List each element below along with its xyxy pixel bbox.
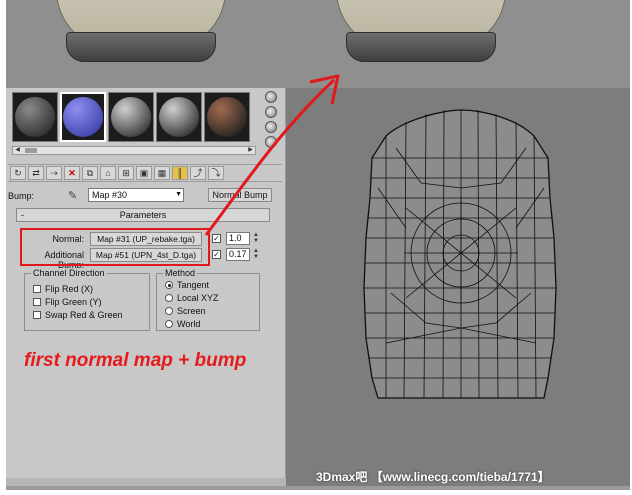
screenshot-frame: ◀ ▶ ↻ ⇄ ⇢ ✕ ⧉ ⌂ ⊞ ▣ ▦ ║ ⤴ ⤵ Bump: ✎ Map … (0, 0, 632, 495)
method-title: Method (163, 268, 198, 278)
slot-side-toolbar (262, 88, 280, 148)
parameters-rollout-header[interactable]: - Parameters (16, 208, 270, 222)
spinner-arrows-icon[interactable]: ▲ ▼ (252, 232, 260, 245)
map-name-field[interactable]: Map #30 ▼ (88, 188, 184, 202)
normal-enable-checkbox[interactable]: ✓ (212, 234, 221, 243)
go-forward-icon[interactable]: ⤵ (208, 166, 224, 180)
collapse-icon[interactable]: - (21, 209, 24, 221)
get-material-icon[interactable]: ↻ (10, 166, 26, 180)
bump-row: Bump: ✎ Map #30 ▼ Normal Bump (8, 188, 282, 204)
torso-render-left (56, 0, 226, 80)
put-to-scene-icon[interactable]: ⇄ (28, 166, 44, 180)
wireframe-mesh (363, 109, 557, 399)
eyedropper-icon[interactable]: ✎ (68, 189, 77, 202)
material-slots (12, 92, 256, 144)
make-unique-icon[interactable]: ⌂ (100, 166, 116, 180)
material-slot[interactable] (60, 92, 106, 142)
sample-type-icon[interactable] (265, 91, 277, 103)
put-to-library-icon[interactable]: ⊞ (118, 166, 134, 180)
background-icon[interactable] (265, 121, 277, 133)
material-toolbar: ↻ ⇄ ⇢ ✕ ⧉ ⌂ ⊞ ▣ ▦ ║ ⤴ ⤵ (8, 164, 282, 182)
spinner-arrows-icon[interactable]: ▲ ▼ (252, 248, 260, 261)
method-group: Method Tangent Local XYZ Screen World (156, 268, 260, 331)
material-sphere-preview (63, 97, 103, 137)
material-slot[interactable] (156, 92, 202, 142)
go-to-parent-icon[interactable]: ⤴ (190, 166, 206, 180)
material-sphere-preview (207, 97, 247, 137)
scroll-right-icon[interactable]: ▶ (246, 147, 255, 154)
viewport[interactable]: 3Dmax吧 【www.linecg.com/tieba/1771】 (286, 88, 630, 486)
annotation-highlight-box (20, 228, 210, 266)
make-copy-icon[interactable]: ⧉ (82, 166, 98, 180)
annotation-caption: first normal map + bump (24, 350, 247, 371)
material-effects-icon[interactable]: ▣ (136, 166, 152, 180)
bump-label: Bump: (8, 191, 35, 201)
additional-bump-enable-checkbox[interactable]: ✓ (212, 250, 221, 259)
material-sphere-preview (111, 97, 151, 137)
torso-render-right (336, 0, 506, 80)
normal-amount-spinner[interactable]: 1.0 (226, 232, 250, 245)
scroll-thumb[interactable] (25, 148, 37, 153)
chevron-down-icon[interactable]: ▼ (175, 189, 182, 201)
flip-green-checkbox[interactable]: Flip Green (Y) (33, 297, 102, 307)
material-slot[interactable] (108, 92, 154, 142)
map-name-value: Map #30 (92, 190, 128, 200)
material-slot[interactable] (204, 92, 250, 142)
method-screen-radio[interactable]: Screen (165, 306, 206, 316)
watermark-text: 3Dmax吧 【www.linecg.com/tieba/1771】 (316, 470, 550, 484)
parameters-title: Parameters (119, 210, 167, 220)
method-local-xyz-radio[interactable]: Local XYZ (165, 293, 219, 303)
bottom-divider (6, 486, 630, 490)
method-tangent-radio[interactable]: Tangent (165, 280, 209, 290)
slot-scrollbar[interactable]: ◀ ▶ (12, 146, 256, 155)
backlight-icon[interactable] (265, 106, 277, 118)
assign-material-icon[interactable]: ⇢ (46, 166, 62, 180)
swap-red-green-checkbox[interactable]: Swap Red & Green (33, 310, 123, 320)
material-sphere-preview (15, 97, 55, 137)
method-world-radio[interactable]: World (165, 319, 200, 329)
render-preview (6, 0, 630, 88)
material-sphere-preview (159, 97, 199, 137)
channel-direction-title: Channel Direction (31, 268, 107, 278)
show-map-icon[interactable]: ▦ (154, 166, 170, 180)
material-slot[interactable] (12, 92, 58, 142)
map-type-button[interactable]: Normal Bump (208, 188, 272, 202)
flip-red-checkbox[interactable]: Flip Red (X) (33, 284, 93, 294)
material-editor-panel: ◀ ▶ ↻ ⇄ ⇢ ✕ ⧉ ⌂ ⊞ ▣ ▦ ║ ⤴ ⤵ Bump: ✎ Map … (6, 88, 286, 486)
scroll-left-icon[interactable]: ◀ (13, 147, 22, 154)
reset-map-icon[interactable]: ✕ (64, 166, 80, 180)
uv-tiling-icon[interactable] (265, 136, 277, 148)
additional-bump-amount-spinner[interactable]: 0.17 (226, 248, 250, 261)
show-end-result-icon[interactable]: ║ (172, 166, 188, 180)
panel-bottom-strip (6, 478, 286, 486)
channel-direction-group: Channel Direction Flip Red (X) Flip Gree… (24, 268, 150, 331)
